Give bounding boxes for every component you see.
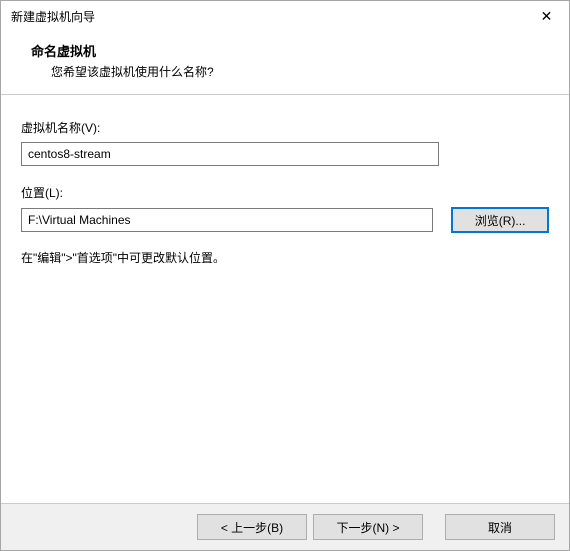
cancel-button-label: 取消	[488, 519, 512, 536]
location-row: 浏览(R)...	[21, 207, 549, 233]
browse-button-label: 浏览(R)...	[475, 212, 526, 229]
location-label: 位置(L):	[21, 184, 549, 201]
back-button[interactable]: < 上一步(B)	[197, 514, 307, 540]
close-button[interactable]: ✕	[524, 1, 569, 31]
next-button[interactable]: 下一步(N) >	[313, 514, 423, 540]
cancel-button[interactable]: 取消	[445, 514, 555, 540]
titlebar: 新建虚拟机向导 ✕	[1, 1, 569, 31]
vm-name-input[interactable]	[21, 142, 439, 166]
wizard-window: 新建虚拟机向导 ✕ 命名虚拟机 您希望该虚拟机使用什么名称? 虚拟机名称(V):…	[0, 0, 570, 551]
next-button-label: 下一步(N) >	[336, 519, 399, 536]
wizard-footer: < 上一步(B) 下一步(N) > 取消	[1, 503, 569, 550]
window-title: 新建虚拟机向导	[11, 8, 95, 25]
close-icon: ✕	[541, 8, 553, 25]
wizard-content: 虚拟机名称(V): 位置(L): 浏览(R)... 在"编辑">"首选项"中可更…	[1, 95, 569, 503]
header-subtitle: 您希望该虚拟机使用什么名称?	[17, 63, 553, 80]
vm-name-label: 虚拟机名称(V):	[21, 119, 549, 136]
location-input[interactable]	[21, 208, 433, 232]
default-location-hint: 在"编辑">"首选项"中可更改默认位置。	[21, 249, 549, 266]
back-button-label: < 上一步(B)	[221, 519, 283, 536]
browse-button[interactable]: 浏览(R)...	[451, 207, 549, 233]
header-title: 命名虚拟机	[17, 41, 553, 60]
wizard-header: 命名虚拟机 您希望该虚拟机使用什么名称?	[1, 31, 569, 95]
